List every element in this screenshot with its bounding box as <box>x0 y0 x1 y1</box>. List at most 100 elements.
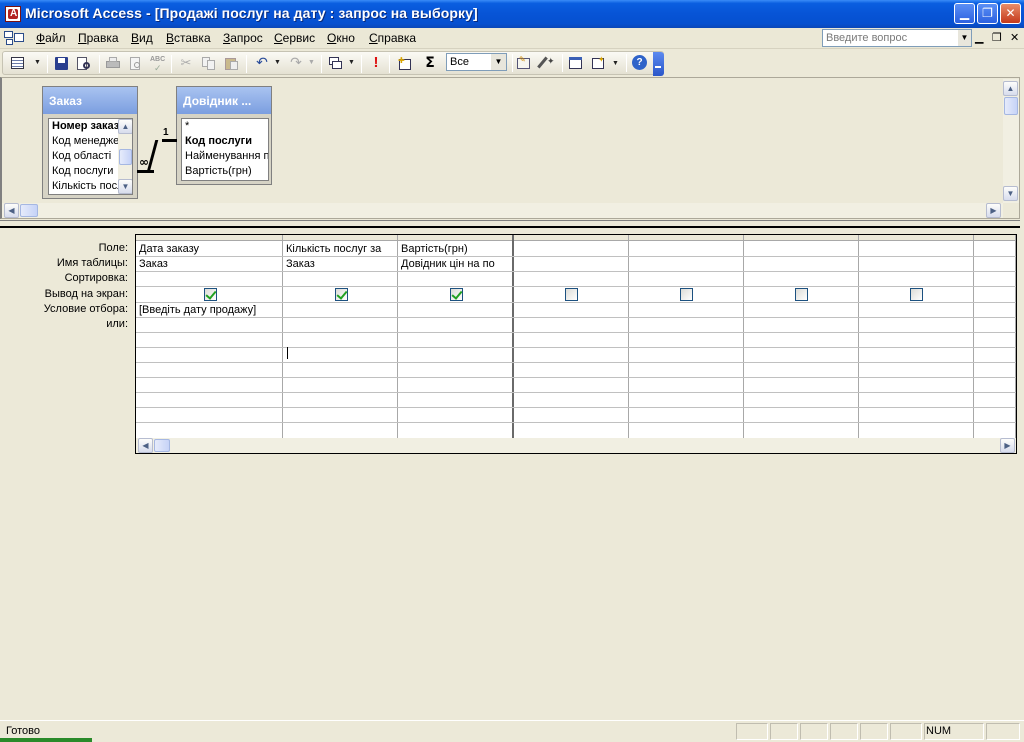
menu-file[interactable]: Файл <box>36 31 66 45</box>
taskbar-edge <box>0 738 92 742</box>
copy-icon[interactable] <box>200 55 218 72</box>
menu-help[interactable]: Справка <box>369 31 416 45</box>
menu-query[interactable]: Запрос <box>223 31 263 45</box>
scroll-down-icon[interactable]: ▼ <box>1003 186 1018 201</box>
top-values-dropdown-icon[interactable]: ▼ <box>491 54 506 70</box>
show-checkbox[interactable] <box>910 288 923 301</box>
scroll-left-icon[interactable]: ◀ <box>138 438 153 453</box>
paste-icon[interactable] <box>223 55 241 72</box>
help-icon[interactable]: ? <box>631 54 649 71</box>
field-item[interactable]: Код менеджера <box>49 134 118 149</box>
close-button[interactable]: ✕ <box>1000 3 1021 24</box>
new-object-dropdown-icon[interactable]: ▼ <box>612 60 619 67</box>
relationship-line[interactable] <box>162 139 177 142</box>
new-object-icon[interactable]: ✦ <box>590 54 608 71</box>
grid-field-cell[interactable]: Дата заказу <box>136 242 282 256</box>
redo-icon[interactable]: ↷ <box>287 55 305 72</box>
row-label-table: Имя таблицы: <box>56 257 128 269</box>
menu-tools[interactable]: Сервис <box>274 31 315 45</box>
field-item[interactable]: * <box>182 119 268 134</box>
scroll-right-icon[interactable]: ▶ <box>986 203 1001 218</box>
cut-icon[interactable]: ✂ <box>177 55 195 72</box>
diagram-vertical-scrollbar[interactable]: ▲ ▼ <box>1003 79 1019 203</box>
doc-minimize-button[interactable]: ▁ <box>975 31 983 44</box>
scroll-right-icon[interactable]: ▶ <box>1000 438 1015 453</box>
build-icon[interactable]: ✦ <box>537 54 556 71</box>
table-title-zakaz[interactable]: Заказ <box>43 87 137 114</box>
restore-button[interactable]: ❐ <box>977 3 998 24</box>
field-item[interactable]: Найменування послуги <box>182 149 268 164</box>
menu-view[interactable]: Вид <box>131 31 153 45</box>
field-item[interactable]: Код області <box>49 149 118 164</box>
diagram-horizontal-scrollbar[interactable]: ◀ ▶ <box>2 203 1003 218</box>
field-item[interactable]: Код послуги <box>49 164 118 179</box>
view-dropdown-icon[interactable]: ▼ <box>34 59 41 66</box>
scroll-thumb[interactable] <box>1004 97 1018 115</box>
minimize-button[interactable]: ▁ <box>954 3 975 24</box>
show-checkbox[interactable] <box>204 288 217 301</box>
row-label-show: Вывод на экран: <box>44 288 128 300</box>
show-checkbox[interactable] <box>565 288 578 301</box>
ask-question-dropdown-icon[interactable]: ▼ <box>958 30 971 46</box>
menu-edit[interactable]: Правка <box>78 31 119 45</box>
field-item[interactable]: Кількість послуг <box>49 179 118 194</box>
totals-icon[interactable]: Σ <box>421 55 439 72</box>
grid-field-cell[interactable]: Кількість послуг за <box>283 242 397 256</box>
menu-insert[interactable]: Вставка <box>166 31 211 45</box>
search-files-icon[interactable] <box>75 55 93 72</box>
field-list-dovidnyk[interactable]: * Код послуги Найменування послуги Варті… <box>181 118 269 181</box>
show-table-icon[interactable]: ✚ <box>396 55 414 72</box>
relationship-many-label: ∞ <box>139 155 149 169</box>
table-title-dovidnyk[interactable]: Довідник ... <box>177 87 271 114</box>
query-type-dropdown-icon[interactable]: ▼ <box>348 59 355 66</box>
field-item[interactable]: Код послуги <box>182 134 268 149</box>
show-checkbox[interactable] <box>335 288 348 301</box>
query-type-icon[interactable] <box>327 55 345 72</box>
redo-dropdown-icon[interactable]: ▼ <box>308 59 315 66</box>
access-app-icon[interactable] <box>5 6 21 22</box>
title-bar[interactable]: Microsoft Access - [Продажі послуг на да… <box>0 0 1024 28</box>
run-query-icon[interactable]: ! <box>367 55 385 72</box>
pane-splitter[interactable] <box>0 220 1020 228</box>
ask-question-input[interactable]: Введите вопрос <box>822 29 972 47</box>
doc-restore-button[interactable]: ❐ <box>992 31 1002 44</box>
text-cursor <box>287 347 288 359</box>
view-datasheet-icon[interactable] <box>9 55 27 72</box>
grid-table-cell[interactable]: Довідник цін на по <box>398 257 512 271</box>
menu-window[interactable]: Окно <box>327 31 355 45</box>
field-list-zakaz[interactable]: Номер заказу Код менеджера Код області К… <box>48 118 133 195</box>
scroll-up-icon[interactable]: ▲ <box>118 119 132 134</box>
scroll-up-icon[interactable]: ▲ <box>1003 81 1018 96</box>
grid-table-cell[interactable]: Заказ <box>283 257 397 271</box>
undo-icon[interactable]: ↶ <box>253 55 271 72</box>
show-checkbox[interactable] <box>450 288 463 301</box>
document-window-icon[interactable] <box>4 31 26 46</box>
print-preview-icon[interactable] <box>127 55 145 72</box>
field-list-scrollbar[interactable]: ▲ ▼ <box>118 119 132 194</box>
show-checkbox[interactable] <box>795 288 808 301</box>
table-box-dovidnyk[interactable]: Довідник ... * Код послуги Найменування … <box>176 86 272 185</box>
grid-table-cell[interactable]: Заказ <box>136 257 282 271</box>
scroll-thumb[interactable] <box>119 149 132 165</box>
show-checkbox[interactable] <box>680 288 693 301</box>
properties-icon[interactable]: ✎ <box>515 54 533 71</box>
scroll-thumb[interactable] <box>154 439 170 452</box>
table-box-zakaz[interactable]: Заказ Номер заказу Код менеджера Код обл… <box>42 86 138 199</box>
field-item[interactable]: Номер заказу <box>49 119 118 134</box>
scroll-thumb[interactable] <box>20 204 38 217</box>
relationship-line[interactable] <box>137 170 154 173</box>
doc-close-button[interactable]: ✕ <box>1010 31 1019 44</box>
query-design-grid[interactable]: Дата заказу Кількість послуг за Вартість… <box>135 234 1017 454</box>
save-icon[interactable] <box>53 55 71 72</box>
undo-dropdown-icon[interactable]: ▼ <box>274 59 281 66</box>
database-window-icon[interactable] <box>567 54 585 71</box>
grid-field-cell[interactable]: Вартість(грн) <box>398 242 512 256</box>
print-icon[interactable] <box>104 55 122 72</box>
scroll-down-icon[interactable]: ▼ <box>118 179 132 194</box>
grid-criteria-cell[interactable]: [Введіть дату продажу] <box>136 303 282 317</box>
grid-horizontal-scrollbar[interactable]: ◀ ▶ <box>136 438 1016 453</box>
scroll-left-icon[interactable]: ◀ <box>4 203 19 218</box>
field-item[interactable]: Вартість(грн) <box>182 164 268 179</box>
spelling-icon[interactable]: ABC ✓ <box>149 55 167 73</box>
toolbar-options-icon[interactable] <box>653 52 664 76</box>
